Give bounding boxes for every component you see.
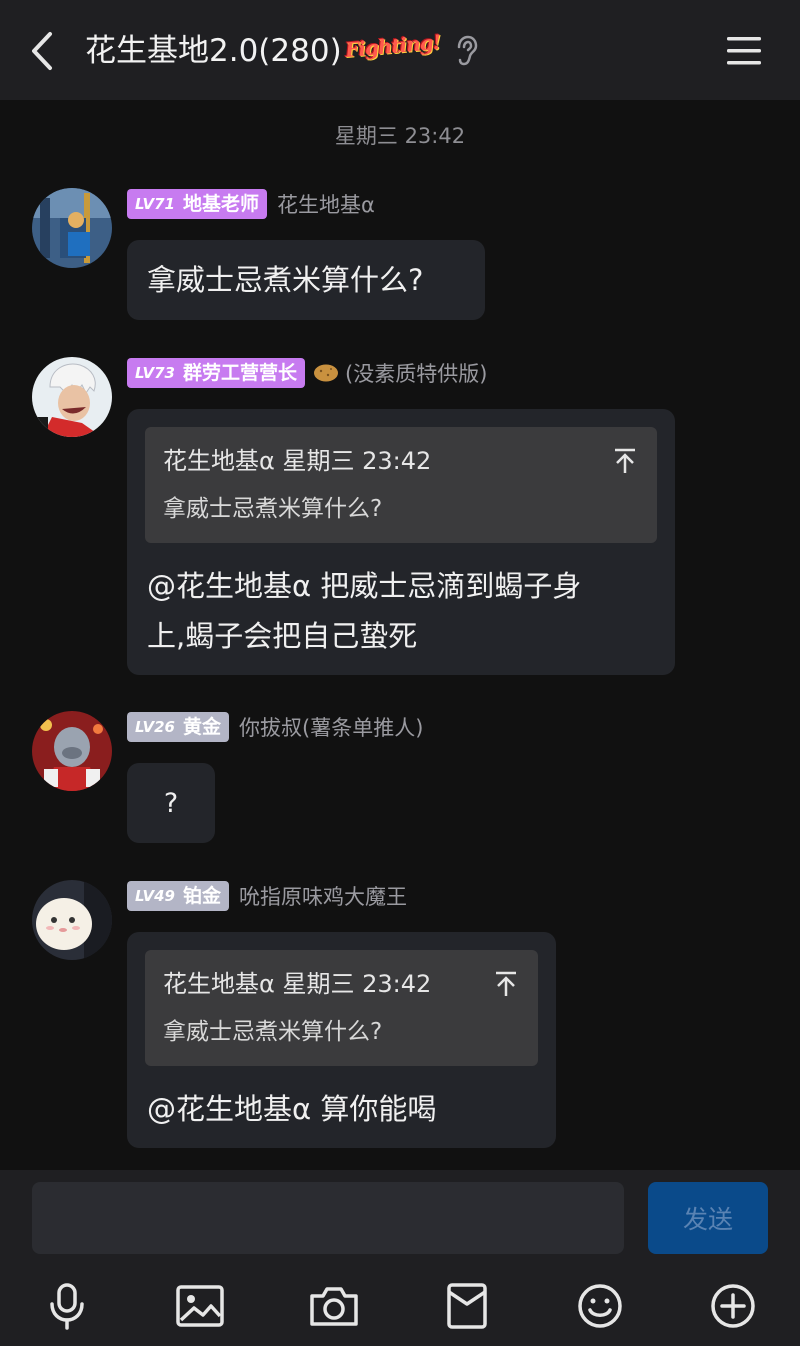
sender-nickname[interactable]: (没素质特供版) (345, 358, 487, 388)
potato-icon (314, 364, 338, 382)
message-bubble[interactable]: 拿威士忌煮米算什么? (127, 240, 485, 320)
jump-to-quote-icon[interactable] (613, 447, 637, 475)
plus-icon[interactable] (705, 1278, 761, 1334)
sender-meta: LV26 黄金 你拔叔(薯条单推人) (127, 711, 423, 743)
level-badge: LV73 群劳工营营长 (127, 358, 305, 388)
message-bubble[interactable]: 花生地基α 星期三 23:42 拿威士忌煮米算什么? @花生地基α 算你能喝 (127, 932, 556, 1148)
input-bar: 发送 (0, 1170, 800, 1346)
message-text: 拿威士忌煮米算什么? (147, 263, 424, 297)
quote-sender-time: 花生地基α 星期三 23:42 (163, 447, 432, 475)
camera-icon[interactable] (306, 1278, 362, 1334)
message-input[interactable] (32, 1182, 624, 1254)
red-packet-icon[interactable] (439, 1278, 495, 1334)
ear-icon[interactable] (455, 35, 479, 67)
quoted-message[interactable]: 花生地基α 星期三 23:42 拿威士忌煮米算什么? (145, 427, 657, 543)
avatar[interactable] (32, 357, 112, 437)
sender-meta: LV73 群劳工营营长 (没素质特供版) (127, 357, 487, 389)
avatar[interactable] (32, 188, 112, 268)
avatar[interactable] (32, 880, 112, 960)
microphone-icon[interactable] (39, 1278, 95, 1334)
level-badge: LV49 铂金 (127, 881, 229, 911)
sender-nickname[interactable]: 你拔叔(薯条单推人) (239, 712, 423, 742)
quoted-message[interactable]: 花生地基α 星期三 23:42 拿威士忌煮米算什么? (145, 950, 538, 1066)
level-badge: LV26 黄金 (127, 712, 229, 742)
message-bubble[interactable]: ? (127, 763, 215, 843)
message-timestamp: 星期三 23:42 (334, 124, 466, 148)
sender-nickname[interactable]: 吮指原味鸡大魔王 (239, 881, 407, 911)
avatar[interactable] (32, 711, 112, 791)
hamburger-icon (727, 37, 761, 65)
send-button[interactable]: 发送 (648, 1182, 768, 1254)
message-text: @花生地基α 把威士忌滴到蝎子身 上,蝎子会把自己蛰死 (147, 569, 582, 653)
message-list[interactable]: 星期三 23:42 LV71 地基老师 花生地基α 拿威士忌煮米算什么? LV7… (0, 100, 800, 1170)
emoji-icon[interactable] (572, 1278, 628, 1334)
back-button[interactable] (22, 28, 62, 74)
jump-to-quote-icon[interactable] (494, 970, 518, 998)
fighting-badge: Fighting! (344, 29, 442, 63)
sender-meta: LV71 地基老师 花生地基α (127, 188, 375, 220)
level-badge: LV71 地基老师 (127, 189, 267, 219)
sender-meta: LV49 铂金 吮指原味鸡大魔王 (127, 880, 407, 912)
message-text: @花生地基α 算你能喝 (147, 1092, 437, 1126)
quote-sender-time: 花生地基α 星期三 23:42 (163, 970, 432, 998)
sender-nickname[interactable]: 花生地基α (277, 189, 375, 219)
message-text: ? (163, 787, 179, 819)
quote-text: 拿威士忌煮米算什么? (163, 1019, 383, 1045)
quote-text: 拿威士忌煮米算什么? (163, 496, 383, 522)
group-title[interactable]: 花生基地2.0(280) (85, 26, 342, 76)
image-icon[interactable] (172, 1278, 228, 1334)
message-bubble[interactable]: 花生地基α 星期三 23:42 拿威士忌煮米算什么? @花生地基α 把威士忌滴到… (127, 409, 675, 675)
chat-app: 花生基地2.0(280) Fighting! 星期三 23:42 LV71 地基… (0, 0, 800, 1346)
menu-button[interactable] (725, 34, 763, 68)
back-arrow-icon (32, 32, 52, 70)
header-bar: 花生基地2.0(280) Fighting! (0, 0, 800, 100)
